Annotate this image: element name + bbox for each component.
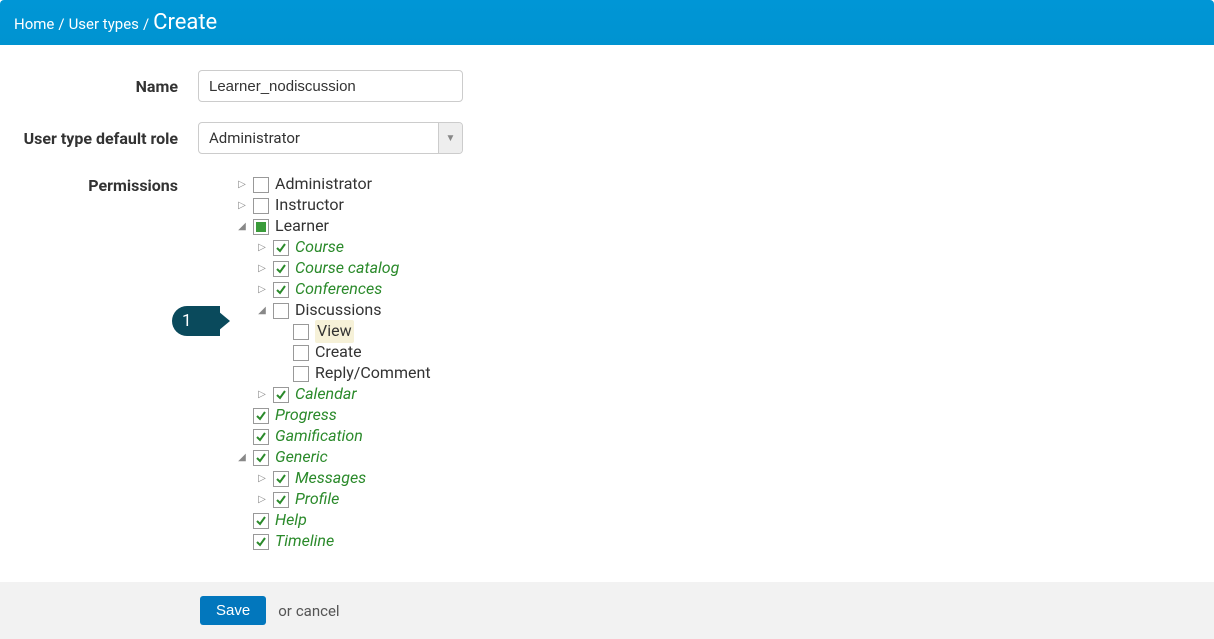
checkbox-checked[interactable] — [253, 408, 269, 424]
checkbox-checked[interactable] — [273, 282, 289, 298]
expand-icon[interactable]: ▷ — [255, 493, 269, 507]
chevron-down-icon: ▼ — [438, 123, 462, 153]
tree-node-messages[interactable]: ▷ Messages — [198, 468, 431, 489]
checkbox-checked[interactable] — [273, 240, 289, 256]
checkbox[interactable] — [253, 177, 269, 193]
default-role-label: User type default role — [20, 129, 198, 148]
spacer: ▷ — [275, 325, 289, 339]
tree-node-administrator[interactable]: ▷ Administrator — [198, 174, 431, 195]
spacer: ▷ — [235, 409, 249, 423]
tree-node-course-catalog[interactable]: ▷ Course catalog — [198, 258, 431, 279]
default-role-select[interactable]: Administrator ▼ — [198, 122, 463, 154]
node-label: Discussions — [295, 299, 381, 321]
default-role-value: Administrator — [199, 123, 438, 153]
checkbox-checked[interactable] — [273, 492, 289, 508]
tree-node-course[interactable]: ▷ Course — [198, 237, 431, 258]
tree-node-reply-comment[interactable]: ▷ Reply/Comment — [198, 363, 431, 384]
footer-bar: Save or cancel — [0, 582, 1214, 639]
spacer: ▷ — [235, 430, 249, 444]
callout-pointer-icon — [212, 306, 230, 336]
cancel-link[interactable]: cancel — [296, 602, 340, 620]
spacer: ▷ — [235, 514, 249, 528]
node-label: View — [315, 320, 354, 342]
node-label: Learner — [275, 215, 329, 237]
breadcrumb-current: Create — [153, 10, 217, 35]
node-label: Reply/Comment — [315, 362, 431, 384]
checkbox[interactable] — [273, 303, 289, 319]
node-label: Timeline — [275, 530, 334, 552]
tree-node-gamification[interactable]: ▷ Gamification — [198, 426, 431, 447]
breadcrumb-sep: / — [58, 15, 64, 33]
or-text: or cancel — [278, 601, 339, 620]
tree-node-help[interactable]: ▷ Help — [198, 510, 431, 531]
node-label: Calendar — [295, 383, 357, 405]
node-label: Conferences — [295, 278, 382, 300]
expand-icon[interactable]: ▷ — [235, 199, 249, 213]
tree-node-timeline[interactable]: ▷ Timeline — [198, 531, 431, 552]
tree-node-learner[interactable]: ◢ Learner — [198, 216, 431, 237]
node-label: Create — [315, 341, 362, 363]
checkbox-checked[interactable] — [273, 471, 289, 487]
checkbox-checked[interactable] — [253, 513, 269, 529]
checkbox[interactable] — [293, 324, 309, 340]
checkbox[interactable] — [253, 198, 269, 214]
tree-node-view[interactable]: ▷ View — [198, 321, 431, 342]
permissions-tree: ▷ Administrator ▷ Instructor ◢ Learner ▷ — [198, 174, 431, 552]
node-label: Help — [275, 509, 307, 531]
expand-icon[interactable]: ▷ — [255, 283, 269, 297]
node-label: Course catalog — [295, 257, 399, 279]
name-label: Name — [20, 77, 198, 96]
breadcrumb-bar: Home / User types / Create — [0, 0, 1214, 45]
node-label: Messages — [295, 467, 366, 489]
breadcrumb-sep: / — [143, 15, 149, 33]
checkbox[interactable] — [293, 366, 309, 382]
tree-node-profile[interactable]: ▷ Profile — [198, 489, 431, 510]
expand-icon[interactable]: ▷ — [255, 262, 269, 276]
checkbox-indeterminate[interactable] — [253, 219, 269, 235]
tree-node-conferences[interactable]: ▷ Conferences — [198, 279, 431, 300]
checkbox-checked[interactable] — [253, 450, 269, 466]
checkbox-checked[interactable] — [253, 429, 269, 445]
checkbox-checked[interactable] — [253, 534, 269, 550]
tree-node-generic[interactable]: ◢ Generic — [198, 447, 431, 468]
expand-icon[interactable]: ▷ — [255, 472, 269, 486]
breadcrumb-usertypes[interactable]: User types — [69, 15, 139, 33]
node-label: Gamification — [275, 425, 363, 447]
tree-node-progress[interactable]: ▷ Progress — [198, 405, 431, 426]
permissions-label: Permissions — [20, 174, 198, 195]
node-label: Course — [295, 236, 344, 258]
node-label: Profile — [295, 488, 339, 510]
checkbox-checked[interactable] — [273, 387, 289, 403]
name-input[interactable] — [198, 70, 463, 102]
expand-icon[interactable]: ▷ — [235, 178, 249, 192]
tree-node-create[interactable]: ▷ Create — [198, 342, 431, 363]
node-label: Administrator — [275, 173, 372, 195]
tree-node-calendar[interactable]: ▷ Calendar — [198, 384, 431, 405]
callout-number: 1 — [182, 311, 192, 331]
node-label: Generic — [275, 446, 328, 468]
collapse-icon[interactable]: ◢ — [235, 451, 249, 465]
checkbox-checked[interactable] — [273, 261, 289, 277]
node-label: Instructor — [275, 194, 344, 216]
tree-node-discussions[interactable]: ◢ Discussions — [198, 300, 431, 321]
tree-node-instructor[interactable]: ▷ Instructor — [198, 195, 431, 216]
checkbox[interactable] — [293, 345, 309, 361]
expand-icon[interactable]: ▷ — [255, 388, 269, 402]
spacer: ▷ — [235, 535, 249, 549]
collapse-icon[interactable]: ◢ — [255, 304, 269, 318]
breadcrumb-home[interactable]: Home — [14, 15, 54, 33]
spacer: ▷ — [275, 346, 289, 360]
node-label: Progress — [275, 404, 337, 426]
expand-icon[interactable]: ▷ — [255, 241, 269, 255]
collapse-icon[interactable]: ◢ — [235, 220, 249, 234]
save-button[interactable]: Save — [200, 596, 266, 625]
spacer: ▷ — [275, 367, 289, 381]
